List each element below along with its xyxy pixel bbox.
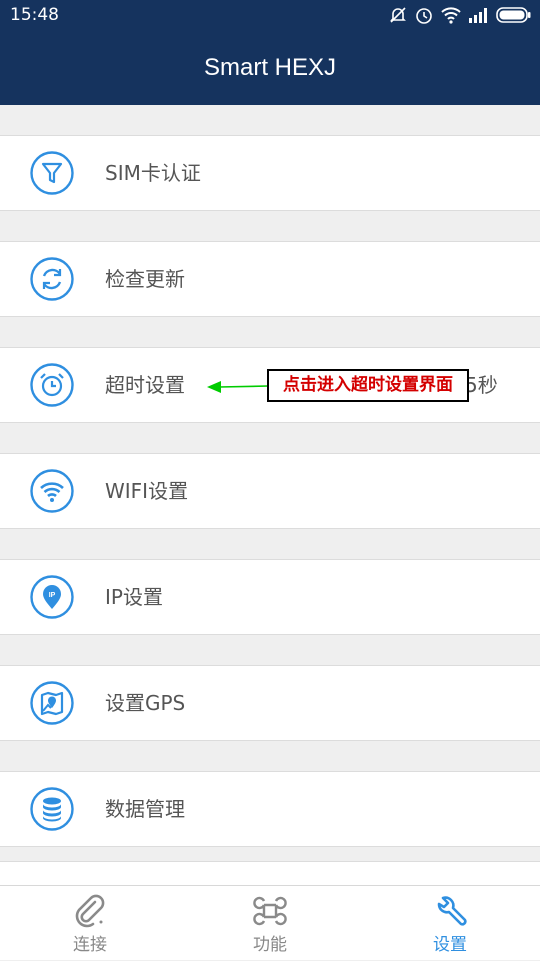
tab-settings[interactable]: 设置	[360, 886, 540, 961]
menu-item-ip-settings[interactable]: IP IP设置	[0, 559, 540, 635]
menu-item-gps-settings[interactable]: 设置GPS	[0, 665, 540, 741]
notification-off-icon	[390, 7, 406, 23]
status-icons	[388, 5, 532, 25]
menu-item-label: 数据管理	[105, 797, 185, 821]
menu-item-data-management[interactable]: 数据管理	[0, 771, 540, 847]
tab-connect[interactable]: 连接	[0, 886, 180, 961]
menu-item-sim-auth[interactable]: SIM卡认证	[0, 135, 540, 211]
filter-icon	[30, 151, 74, 195]
page-title: Smart HEXJ	[203, 53, 337, 81]
command-icon	[253, 896, 287, 926]
menu-item-label: 设置GPS	[105, 691, 186, 715]
menu-item-label: 检查更新	[105, 267, 185, 291]
app-header: Smart HEXJ	[0, 30, 540, 105]
map-icon	[30, 681, 74, 725]
battery-icon	[496, 7, 531, 23]
menu-item-label: SIM卡认证	[105, 161, 201, 185]
status-time: 15:48	[10, 5, 59, 25]
ip-location-icon: IP	[30, 575, 74, 619]
database-icon	[30, 787, 74, 831]
menu-item-label: WIFI设置	[105, 479, 189, 503]
wrench-icon	[437, 896, 467, 926]
timeout-value: 5秒	[465, 373, 498, 397]
menu-item-label: IP设置	[105, 585, 163, 609]
tab-label: 连接	[73, 935, 107, 955]
status-bar: 15:48	[0, 0, 540, 30]
annotation-callout: 点击进入超时设置界面	[267, 369, 469, 402]
wifi-icon	[441, 7, 461, 24]
menu-item-label: 超时设置	[105, 373, 185, 397]
alarm-icon	[416, 8, 432, 24]
wifi-icon	[30, 469, 74, 513]
svg-text:IP: IP	[49, 592, 56, 599]
alarm-clock-icon	[30, 363, 74, 407]
paperclip-icon	[75, 894, 105, 928]
menu-item-check-update[interactable]: 检查更新	[0, 241, 540, 317]
signal-icon	[469, 8, 487, 23]
annotation-arrow	[207, 381, 269, 393]
bottom-nav: 连接 功能 设置	[0, 885, 540, 960]
tab-functions[interactable]: 功能	[180, 886, 360, 961]
menu-item-wifi-settings[interactable]: WIFI设置	[0, 453, 540, 529]
tab-label: 设置	[433, 935, 467, 955]
tab-label: 功能	[253, 935, 287, 955]
refresh-icon	[30, 257, 74, 301]
